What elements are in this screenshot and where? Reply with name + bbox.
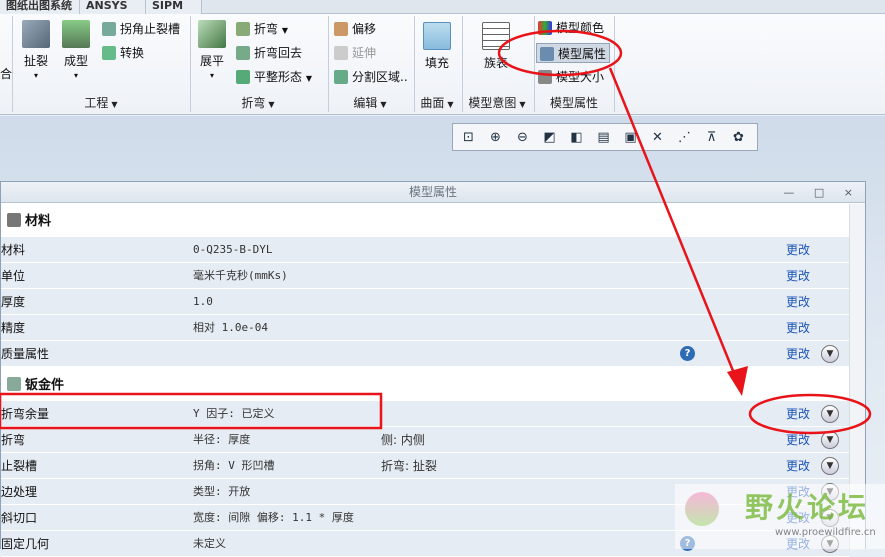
annotation-circle-change: [748, 393, 872, 435]
annotation-box-bend-allowance: [0, 392, 383, 430]
annotation-overlay: [0, 29, 872, 435]
annotation-circle-model-properties: [497, 29, 623, 77]
annotation-arrow-head: [727, 366, 748, 396]
annotation-arrow-line: [608, 67, 742, 389]
